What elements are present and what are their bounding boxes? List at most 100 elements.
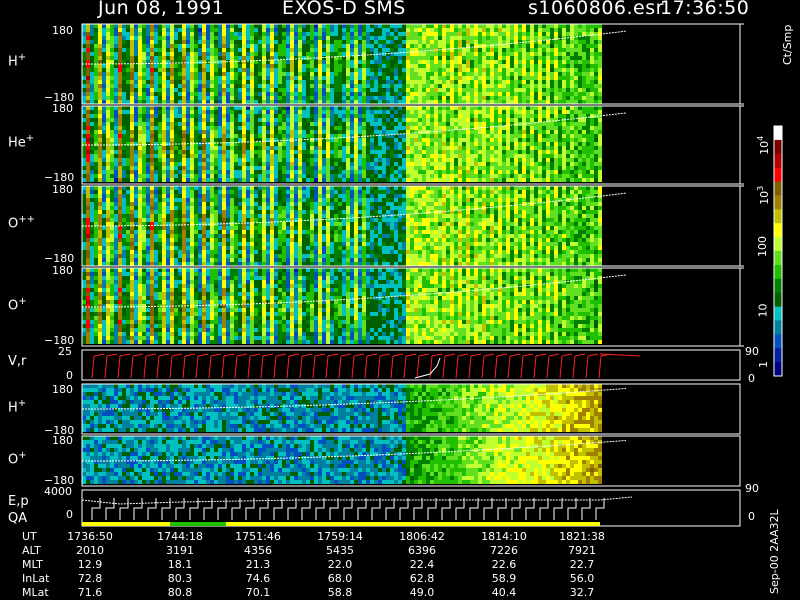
- vr-sawtooth: [327, 353, 339, 357]
- vr-sawtooth: [221, 355, 225, 379]
- vr-sawtooth: [143, 355, 147, 379]
- vr-sawtooth: [377, 355, 381, 379]
- time-axis-cell: 49.0: [409, 586, 435, 599]
- vr-sawtooth: [572, 355, 576, 379]
- vr-sawtooth: [145, 353, 157, 357]
- time-axis-row-name: InLat: [22, 572, 50, 585]
- time-axis-cell: 18.1: [167, 558, 193, 571]
- vr-sawtooth: [455, 355, 459, 379]
- colorbar-tick-10: 10: [756, 303, 770, 318]
- colorbar-segment: [774, 195, 782, 210]
- time-axis-row-name: MLat: [22, 586, 49, 599]
- ep-step: [511, 498, 521, 520]
- vr-label: V,r: [8, 354, 27, 369]
- vr-sawtooth: [533, 355, 537, 379]
- vr-sawtooth: [483, 353, 495, 357]
- vr-sawtooth: [195, 355, 199, 379]
- vr-sawtooth: [314, 353, 326, 357]
- ep-ybottom: 0: [66, 508, 73, 521]
- ep-pitch-line: [81, 496, 633, 505]
- time-axis-cell: 1751:46: [235, 530, 281, 543]
- vr-sawtooth: [522, 353, 534, 357]
- time-axis-cell: 74.6: [245, 572, 271, 585]
- time-axis-cell: 56.0: [569, 572, 595, 585]
- vr-sawtooth: [416, 355, 420, 379]
- ep-step: [399, 498, 409, 520]
- time-axis-cell: 1814:10: [481, 530, 527, 543]
- vr-sawtooth: [431, 353, 443, 357]
- vr-sawtooth: [364, 355, 368, 379]
- vr-sawtooth: [234, 355, 238, 379]
- ep-right-top: 90: [745, 482, 759, 495]
- vr-sawtooth: [535, 353, 547, 357]
- vr-sawtooth: [507, 355, 511, 379]
- ep-step: [175, 498, 185, 520]
- vr-right-bottom: 0: [748, 372, 755, 385]
- time-axis-cell: 3191: [166, 544, 194, 557]
- time-axis-cell: 40.4: [491, 586, 517, 599]
- vr-sawtooth: [299, 355, 303, 379]
- colorbar-segment: [774, 320, 782, 335]
- vr-sawtooth: [236, 353, 248, 357]
- ep-step: [259, 498, 269, 520]
- vr-sawtooth: [418, 353, 430, 357]
- ep-right-bottom: 0: [748, 510, 755, 523]
- vr-sawtooth: [494, 355, 498, 379]
- time-axis-cell: 1759:14: [317, 530, 363, 543]
- time-axis-cell: 80.8: [167, 586, 193, 599]
- colorbar-tick-1: 1: [757, 361, 770, 368]
- time-axis-cell: 58.8: [327, 586, 353, 599]
- ep-step: [371, 498, 381, 520]
- vr-sawtooth: [468, 355, 472, 379]
- vr-sawtooth: [223, 353, 235, 357]
- time-axis-cell: 22.7: [569, 558, 595, 571]
- colorbar-segment: [774, 237, 782, 252]
- ep-step: [329, 498, 339, 520]
- vr-sawtooth: [156, 355, 160, 379]
- time-axis-cell: 21.3: [245, 558, 271, 571]
- ep-ytop: 4000: [44, 485, 72, 498]
- ep-step: [539, 498, 549, 520]
- colorbar-tick-100: 100: [756, 236, 769, 257]
- vr-sawtooth: [429, 355, 433, 379]
- time-axis-cell: 32.7: [569, 586, 595, 599]
- colorbar-segment: [774, 209, 782, 224]
- start-time: 17:36:50: [660, 0, 750, 19]
- time-axis-cell: 22.6: [491, 558, 517, 571]
- panel-label-o-plus: O+: [8, 296, 27, 314]
- p2-ytop: 180: [52, 102, 73, 115]
- time-axis-cell: 1744:18: [157, 530, 203, 543]
- ep-step: [273, 498, 283, 520]
- time-axis-row-name: MLT: [22, 558, 43, 571]
- p4-ytop: 180: [52, 264, 73, 277]
- vr-sawtooth: [509, 353, 521, 357]
- p1-ytop: 180: [52, 24, 73, 37]
- ep-step: [427, 498, 437, 520]
- time-axis-cell: 1821:38: [559, 530, 605, 543]
- ep-step: [455, 498, 465, 520]
- p6-ytop: 180: [52, 434, 73, 447]
- time-axis-cell: 6396: [408, 544, 436, 557]
- vr-ytop: 25: [58, 345, 72, 358]
- colorbar-segment: [774, 348, 782, 363]
- colorbar-segment: [774, 264, 782, 280]
- vr-sawtooth: [197, 353, 209, 357]
- vr-sawtooth: [379, 353, 391, 357]
- colorbar-segment: [774, 167, 782, 183]
- ep-step: [301, 498, 311, 520]
- time-axis-cell: 7921: [568, 544, 596, 557]
- vr-sawtooth: [286, 355, 290, 379]
- time-axis-row-name: ALT: [22, 544, 41, 557]
- vr-right-top: 90: [745, 345, 759, 358]
- vr-sawtooth: [171, 353, 183, 357]
- ep-step: [553, 498, 563, 520]
- colorbar-tick-10e4: 104: [756, 135, 771, 155]
- ep-step: [161, 498, 171, 520]
- vr-sawtooth: [93, 353, 105, 357]
- vr-sawtooth: [208, 355, 212, 379]
- ep-step: [287, 498, 297, 520]
- vr-sawtooth: [390, 355, 394, 379]
- vr-sawtooth: [559, 355, 563, 379]
- time-axis-cell: 22.0: [327, 558, 353, 571]
- ep-step: [343, 498, 353, 520]
